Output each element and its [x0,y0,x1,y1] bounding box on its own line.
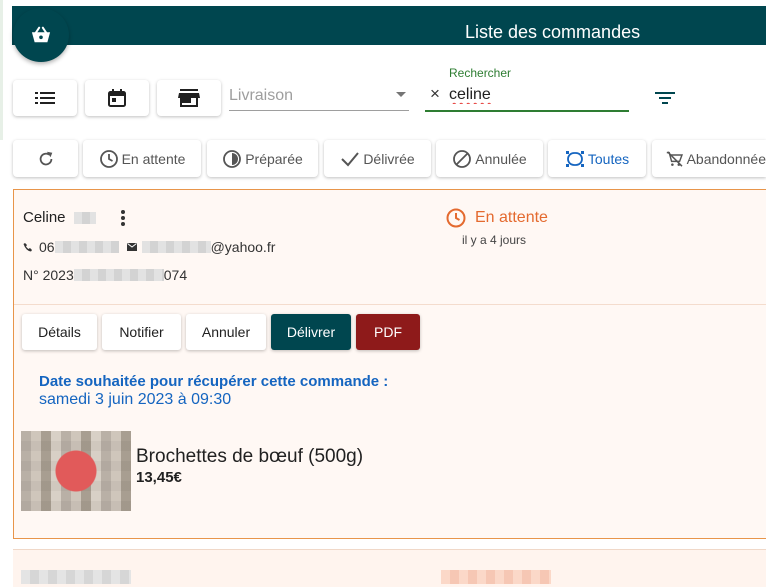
refresh-button[interactable] [13,140,78,177]
mail-icon [126,243,137,251]
filter-all-label: Toutes [587,150,630,167]
redacted-phone [54,241,119,253]
delivery-select[interactable]: Livraison [229,80,409,111]
search-field: × [425,83,629,112]
list-icon [35,92,55,104]
check-icon [341,151,360,166]
chevron-down-icon [396,92,406,97]
notify-button[interactable]: Notifier [102,314,181,350]
app-header: Liste des commandes [12,6,766,45]
list-view-button[interactable] [13,80,77,116]
filter-icon[interactable] [654,88,676,108]
block-icon [453,149,472,168]
basket-icon [31,26,51,43]
store-view-button[interactable] [157,80,221,116]
filter-prepared-button[interactable]: Préparée [207,140,318,177]
cart-off-icon [666,150,684,167]
order-card-header: Celine 06 @yahoo.fr N° 2023 074 En atten… [14,190,766,305]
delivery-select-value: Livraison [229,87,294,104]
search-input[interactable] [449,86,619,104]
details-button[interactable]: Détails [22,314,97,350]
half-circle-icon [223,149,242,168]
redacted-surname [73,212,96,225]
status-label: En attente [475,209,548,226]
page-title: Liste des commandes [465,22,641,42]
order-number-row: N° 2023 074 [23,267,187,283]
basket-button[interactable] [13,8,69,62]
clock-icon [446,208,466,228]
filter-cancelled-label: Annulée [475,150,527,167]
status-time: il y a 4 jours [462,233,527,247]
search-label: Rechercher [449,66,512,80]
clock-icon [99,149,118,168]
contact-row: 06 @yahoo.fr [23,239,275,255]
cancel-button[interactable]: Annuler [186,314,266,350]
calendar-view-button[interactable] [85,80,149,116]
order-number-suffix: 074 [163,267,188,283]
product-image [21,431,131,511]
product-name: Brochettes de bœuf (500g) [136,446,364,467]
calendar-icon [108,89,126,107]
clear-search-icon[interactable]: × [430,84,440,104]
pickup-date-label: Date souhaitée pour récupérer cette comm… [39,373,389,390]
order-card: Celine 06 @yahoo.fr N° 2023 074 En atten… [13,189,766,539]
filter-pending-label: En attente [121,150,186,167]
order-status: En attente [445,207,548,229]
redacted-next-name [21,570,131,584]
filter-cancelled-button[interactable]: Annulée [436,140,543,177]
filter-abandoned-label: Abandonnée [686,150,766,167]
order-number-prefix: N° 2023 [23,267,74,283]
pickup-date-value: samedi 3 juin 2023 à 09:30 [39,391,232,408]
store-icon [178,89,200,107]
deliver-button[interactable]: Délivrer [271,314,351,350]
redacted-order-number [73,269,164,281]
phone-prefix: 06 [39,239,55,255]
select-all-icon [565,150,584,167]
customer-name: Celine [23,209,66,226]
filter-delivered-label: Délivrée [363,150,415,167]
product-price: 13,45€ [136,469,182,486]
email-domain: @yahoo.fr [210,239,276,255]
next-order-card [13,549,766,587]
page: Liste des commandes Livraison Rechercher… [0,0,766,587]
filter-pending-button[interactable]: En attente [83,140,201,177]
filter-delivered-button[interactable]: Délivrée [324,140,431,177]
order-menu-icon[interactable] [118,210,128,228]
customer-name-row: Celine [23,209,96,226]
redacted-next-status [441,570,551,584]
refresh-icon [39,151,52,165]
pdf-button[interactable]: PDF [356,314,420,350]
left-divider [0,0,3,140]
filter-prepared-label: Préparée [245,150,303,167]
filter-abandoned-button[interactable]: Abandonnée [652,140,766,177]
filter-all-button[interactable]: Toutes [548,140,646,177]
redacted-email [141,241,211,253]
phone-icon [23,243,32,252]
